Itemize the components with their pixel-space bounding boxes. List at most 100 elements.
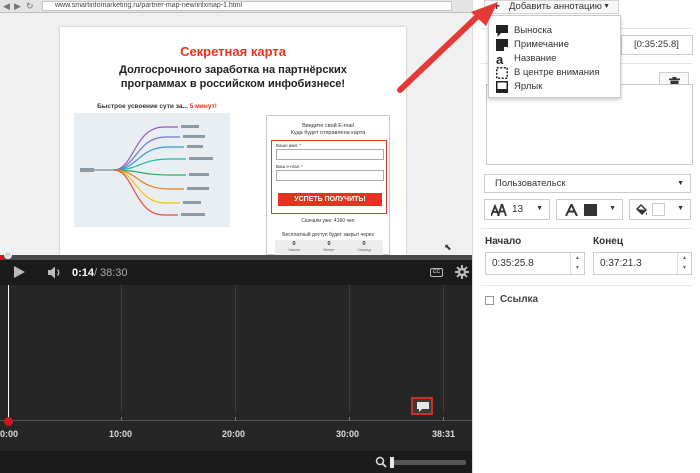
timeline-grid-line bbox=[349, 285, 350, 412]
player-controls: 0:14 / 38:30 CC bbox=[0, 260, 472, 285]
email-field bbox=[276, 170, 384, 181]
chevron-down-icon: ▼ bbox=[677, 180, 684, 187]
end-time-input[interactable]: 0:37:21.3 ▲ ▼ bbox=[593, 252, 692, 275]
zoom-slider[interactable] bbox=[390, 460, 466, 465]
mindmap-image bbox=[74, 113, 230, 227]
access-timer-label: Бесплатный доступ будет закрыт через bbox=[282, 232, 374, 238]
timeline-tick-label: 38:31 bbox=[432, 429, 456, 439]
volume-icon[interactable] bbox=[47, 266, 63, 279]
paint-bucket-icon bbox=[635, 203, 648, 216]
countdown-minutes: 0 Минут bbox=[323, 241, 335, 252]
menu-item-spotlight[interactable]: В центре внимания bbox=[489, 66, 620, 80]
timeline-grid-line bbox=[235, 285, 236, 412]
total-time: 38:30 bbox=[100, 267, 128, 279]
name-label: Ваше имя: * bbox=[276, 143, 302, 148]
timeline-tick bbox=[349, 417, 350, 421]
mouse-cursor-icon: ⬉ bbox=[444, 242, 452, 252]
menu-item-title[interactable]: a Название bbox=[489, 52, 620, 66]
chevron-down-icon: ▼ bbox=[603, 3, 610, 10]
spotlight-icon bbox=[496, 67, 508, 79]
video-frame[interactable]: ◀ ▶ ↻ www.smartinfomarketing.ru/partner-… bbox=[0, 0, 472, 255]
menu-item-speech-bubble[interactable]: Выноска bbox=[489, 24, 620, 38]
menu-item-label: В центре внимания bbox=[514, 67, 600, 78]
menu-item-label: Примечание bbox=[514, 39, 569, 50]
time-separator: / bbox=[94, 267, 98, 279]
chevron-down-icon: ▼ bbox=[677, 205, 684, 212]
timeline-tick bbox=[443, 417, 444, 421]
link-label[interactable]: Ссылка bbox=[500, 294, 538, 305]
timeline-tick-label: 10:00 bbox=[109, 429, 133, 439]
end-time-value: 0:37:21.3 bbox=[600, 258, 642, 269]
back-icon: ◀ bbox=[3, 1, 10, 11]
menu-item-note[interactable]: Примечание bbox=[489, 38, 620, 52]
annotation-type-menu: Выноска Примечание a Название В центре в… bbox=[488, 15, 621, 98]
menu-item-label: Название bbox=[514, 53, 557, 64]
annotation-time-dropdown[interactable]: [0:35:25.8] bbox=[621, 35, 693, 55]
timeline-tick bbox=[121, 417, 122, 421]
url-bar: www.smartinfomarketing.ru/partner-map-ne… bbox=[42, 1, 452, 11]
annotation-marker[interactable] bbox=[411, 397, 433, 415]
annotation-style-select[interactable]: Пользовательск ▼ bbox=[484, 174, 691, 193]
divider bbox=[481, 228, 693, 229]
background-color-select[interactable]: ▼ bbox=[629, 199, 691, 220]
recorded-page: Секретная карта Долгосрочного заработка … bbox=[0, 13, 472, 255]
name-field bbox=[276, 149, 384, 160]
timeline-zoom-bar bbox=[0, 451, 472, 473]
timeline-tick-label: 0:00 bbox=[0, 429, 19, 439]
end-time-spinner[interactable]: ▲ ▼ bbox=[677, 253, 691, 274]
form-title: Введите свой E-mail Куда будет отправлен… bbox=[290, 123, 366, 136]
mindmap-caption-highlight: 5 минут! bbox=[189, 103, 217, 110]
email-label: Ваш e-mail: * bbox=[276, 164, 303, 169]
landing-subtitle: Долгосрочного заработка на партнёрских п… bbox=[119, 64, 347, 90]
forward-icon: ▶ bbox=[14, 1, 21, 11]
signup-form: Введите свой E-mail Куда будет отправлен… bbox=[266, 115, 390, 255]
timeline-tick-label: 30:00 bbox=[336, 429, 360, 439]
link-checkbox[interactable] bbox=[485, 296, 494, 305]
menu-item-label: Ярлык bbox=[514, 81, 543, 92]
menu-item-label: Выноска bbox=[514, 25, 553, 36]
mindmap-caption-text: Быстрое усвоение сути за... bbox=[97, 103, 188, 110]
timeline-grid-line bbox=[121, 285, 122, 412]
timeline-grid-line bbox=[443, 285, 444, 412]
speech-bubble-icon bbox=[417, 402, 429, 412]
play-button[interactable] bbox=[14, 266, 25, 278]
captions-icon[interactable]: CC bbox=[430, 268, 443, 277]
download-count: Скачали уже: 4160 чел bbox=[301, 218, 355, 224]
form-fields: Ваше имя: * Ваш e-mail: * УСПЕТЬ ПОЛУЧИТ… bbox=[271, 140, 387, 214]
style-select-value: Пользовательск bbox=[495, 178, 566, 189]
annotation-panel: + Добавить аннотацию ▼ [0:35:25.8] Польз… bbox=[472, 0, 700, 473]
submit-button: УСПЕТЬ ПОЛУЧИТЬ! bbox=[278, 193, 382, 206]
progress-scrubber[interactable] bbox=[4, 251, 12, 259]
landing-title: Секретная карта bbox=[180, 44, 286, 59]
start-time-input[interactable]: 0:35:25.8 ▲ ▼ bbox=[485, 252, 585, 275]
countdown: 0 Часов 0 Минут 0 Секунд bbox=[275, 240, 383, 255]
label-icon bbox=[496, 81, 508, 93]
note-icon bbox=[496, 39, 508, 51]
magnifier-icon[interactable] bbox=[375, 456, 387, 468]
add-annotation-button[interactable]: + Добавить аннотацию ▼ bbox=[484, 0, 619, 14]
playhead-handle[interactable] bbox=[4, 417, 13, 426]
countdown-seconds: 0 Секунд bbox=[357, 241, 371, 252]
font-size-value: 13 bbox=[512, 204, 524, 215]
title-a-icon: a bbox=[496, 52, 504, 67]
gear-icon[interactable] bbox=[455, 265, 469, 279]
annotation-timeline[interactable]: 0:00 10:00 20:00 30:00 38:31 bbox=[0, 285, 472, 451]
current-time: 0:14 bbox=[72, 267, 95, 279]
text-color-select[interactable]: ▼ bbox=[556, 199, 623, 220]
timeline-playhead[interactable] bbox=[8, 285, 9, 421]
text-color-swatch bbox=[584, 204, 597, 216]
font-size-select[interactable]: 13 ▼ bbox=[484, 199, 550, 220]
start-time-spinner[interactable]: ▲ ▼ bbox=[570, 253, 584, 274]
text-color-icon bbox=[565, 204, 578, 216]
landing-page: Секретная карта Долгосрочного заработка … bbox=[60, 27, 406, 255]
zoom-slider-thumb[interactable] bbox=[390, 457, 394, 468]
plus-icon: + bbox=[493, 0, 501, 13]
end-time-label: Конец bbox=[593, 236, 623, 247]
timeline-axis bbox=[0, 420, 472, 421]
menu-item-label-type[interactable]: Ярлык bbox=[489, 80, 620, 94]
timeline-tick bbox=[235, 417, 236, 421]
countdown-hours: 0 Часов bbox=[288, 241, 300, 252]
start-time-label: Начало bbox=[485, 236, 522, 247]
browser-toolbar: ◀ ▶ ↻ www.smartinfomarketing.ru/partner-… bbox=[0, 0, 472, 13]
font-size-icon bbox=[491, 204, 507, 216]
